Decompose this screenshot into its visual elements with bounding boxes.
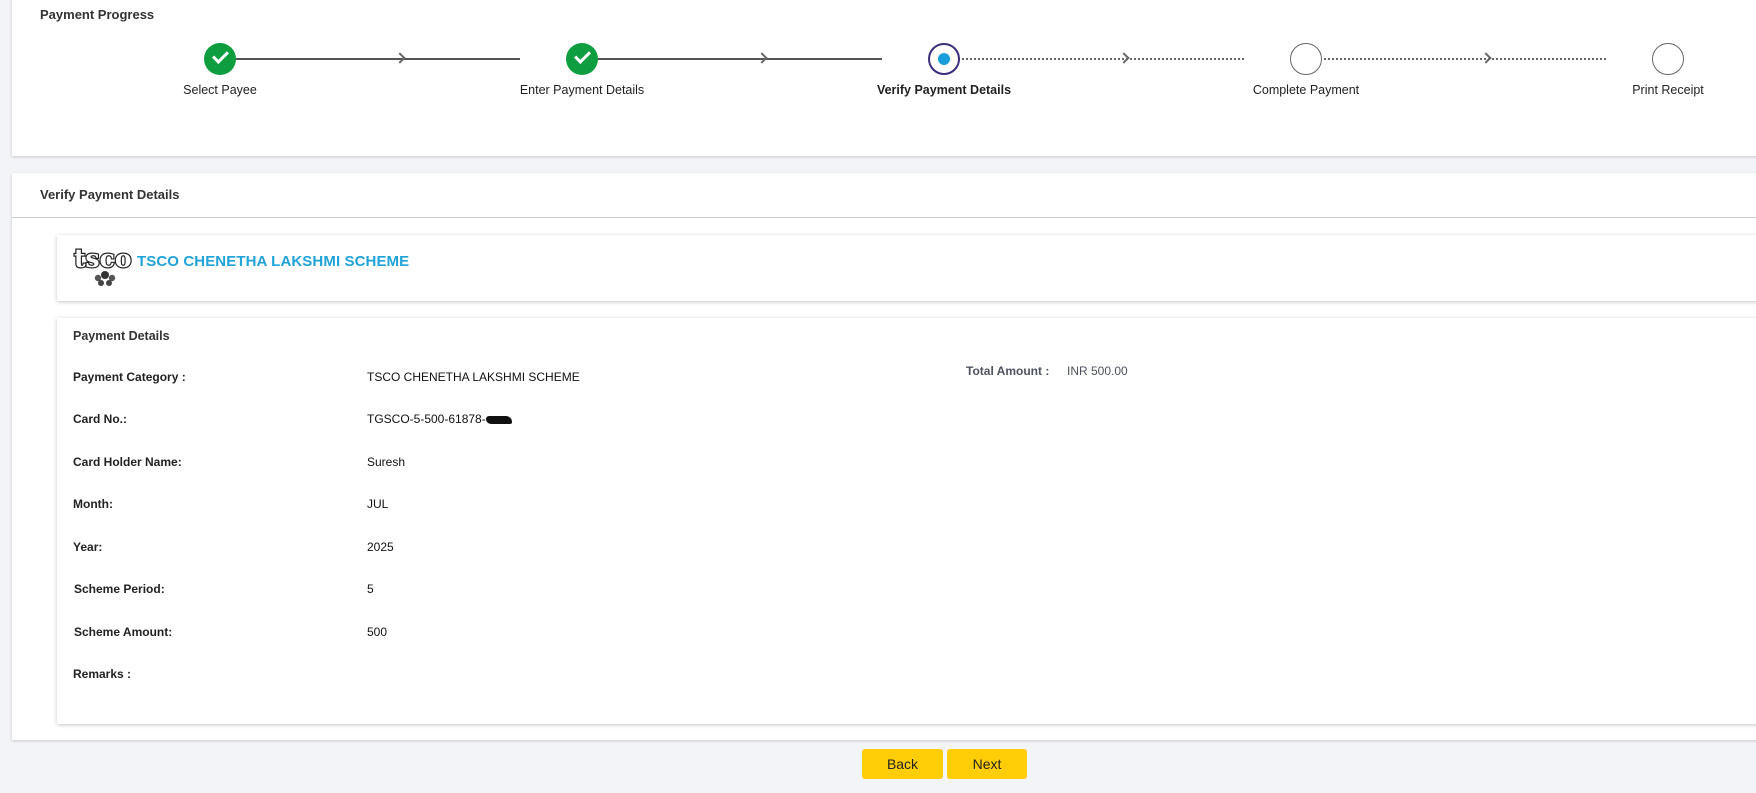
month-label: Month:	[73, 497, 113, 511]
step-label-complete-payment: Complete Payment	[1252, 83, 1360, 97]
verify-payment-panel: Verify Payment Details tsco TSCO CHENETH…	[12, 173, 1756, 740]
payment-details-card: Payment Details Payment Category : TSCO …	[57, 318, 1756, 724]
chevron-right-icon	[394, 52, 406, 64]
step-label-print-receipt: Print Receipt	[1632, 83, 1704, 97]
step-label-verify-payment-details: Verify Payment Details	[876, 83, 1012, 97]
step-connector-2	[576, 58, 882, 60]
total-amount-label: Total Amount :	[966, 364, 1050, 378]
remarks-label: Remarks :	[73, 667, 132, 681]
scheme-period-label: Scheme Period:	[74, 582, 165, 596]
payment-category-label: Payment Category :	[73, 370, 186, 384]
check-icon	[204, 43, 236, 75]
section-divider	[12, 217, 1756, 218]
card-holder-name-label: Card Holder Name:	[73, 455, 182, 469]
month-value: JUL	[367, 497, 389, 511]
payment-progress-panel: Payment Progress Select Payee Enter Paym…	[12, 0, 1756, 156]
progress-title: Payment Progress	[40, 7, 155, 22]
check-icon	[566, 43, 598, 75]
back-button[interactable]: Back	[862, 749, 943, 779]
chevron-right-icon	[1480, 52, 1492, 64]
step-connector-3	[938, 58, 1244, 60]
redacted-mark	[485, 415, 512, 424]
tsco-logo: tsco	[73, 243, 133, 286]
svg-text:tsco: tsco	[74, 244, 132, 273]
chevron-right-icon	[756, 52, 768, 64]
step-connector-4	[1300, 58, 1606, 60]
payment-details-title: Payment Details	[73, 329, 170, 343]
step-label-select-payee: Select Payee	[183, 83, 257, 97]
pending-step-icon	[1290, 43, 1322, 75]
card-holder-name-value: Suresh	[367, 455, 406, 469]
scheme-card: tsco TSCO CHENETHA LAKSHMI SCHEME	[57, 235, 1756, 301]
scheme-period-value: 5	[367, 582, 374, 596]
card-no-value: TGSCO-5-500-61878-	[367, 412, 512, 426]
verify-title: Verify Payment Details	[40, 187, 180, 202]
payment-category-value: TSCO CHENETHA LAKSHMI SCHEME	[367, 370, 580, 384]
current-step-icon	[928, 43, 960, 75]
step-connector-1	[214, 58, 520, 60]
scheme-name: TSCO CHENETHA LAKSHMI SCHEME	[137, 253, 410, 270]
year-label: Year:	[73, 540, 103, 554]
year-value: 2025	[367, 540, 394, 554]
chevron-right-icon	[1118, 52, 1130, 64]
scheme-amount-label: Scheme Amount:	[74, 625, 173, 639]
scheme-amount-value: 500	[367, 625, 388, 639]
card-no-label: Card No.:	[73, 412, 127, 426]
step-label-enter-payment-details: Enter Payment Details	[519, 83, 645, 97]
total-amount-value: INR 500.00	[1067, 364, 1128, 378]
pending-step-icon	[1652, 43, 1684, 75]
next-button[interactable]: Next	[947, 749, 1027, 779]
